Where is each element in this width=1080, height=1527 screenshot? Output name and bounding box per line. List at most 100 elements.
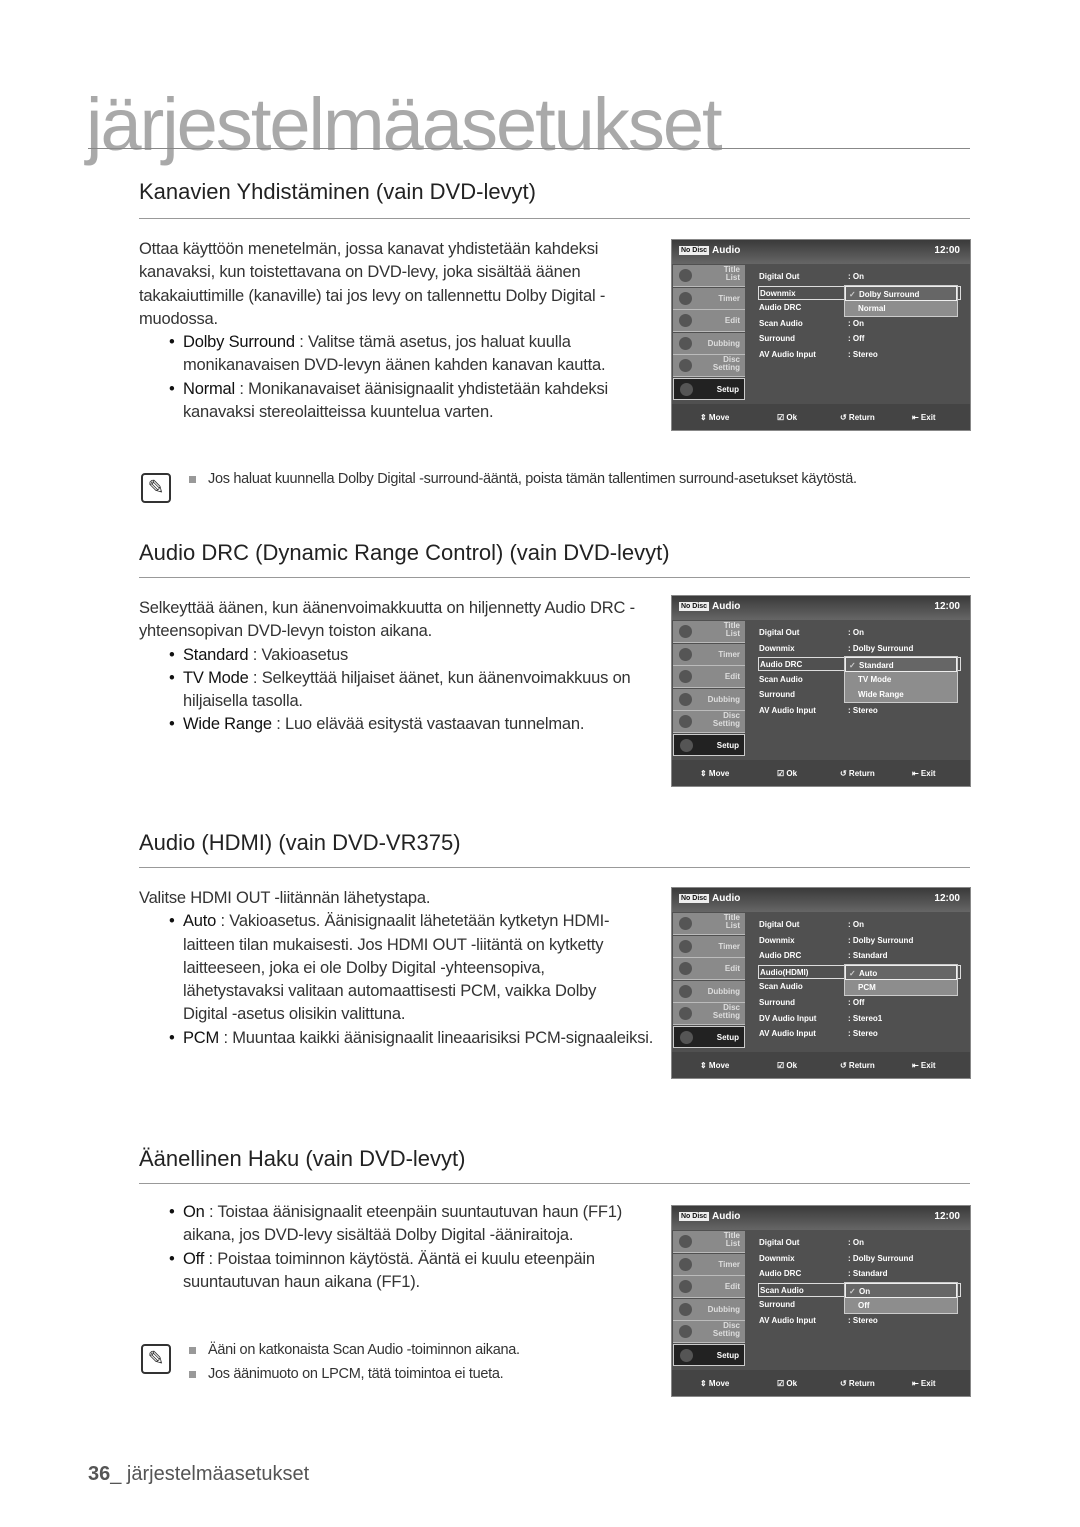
popup-option[interactable]: On [845,1282,957,1299]
sidebar-item[interactable]: Edit [673,958,745,980]
section-divider [139,218,970,219]
menu-row[interactable]: Downmix: Dolby Surround [758,642,962,656]
menu-row[interactable]: Scan Audio: On [758,317,962,331]
popup-option[interactable]: Normal [845,301,957,316]
sidebar-item[interactable]: Timer [673,287,745,310]
menu-value: : Stereo [848,350,878,359]
sidebar-item[interactable]: Disc Setting [673,711,745,733]
sidebar-item[interactable]: Setup [673,1025,745,1048]
popup-option[interactable]: TV Mode [845,672,957,687]
option-popup: StandardTV ModeWide Range [844,656,958,704]
move-hint: ⇕ Move [700,413,730,422]
bullet-text: Digital -asetus olisikin valittuna. [183,1005,406,1024]
section-body: On : Toistaa äänisignaalit eteenpäin suu… [139,1201,622,1294]
bullet-term: Off [183,1249,205,1268]
dubbing-icon [679,984,692,998]
menu-row[interactable]: Digital Out: On [758,270,962,284]
menu-row[interactable]: AV Audio Input: Stereo [758,704,962,718]
sidebar-item[interactable]: Dubbing [673,688,745,711]
menu-label: Surround [759,334,795,344]
menu-row[interactable]: Audio DRC: Standard [758,949,962,963]
sidebar-item[interactable]: Disc Setting [673,1321,745,1343]
popup-option[interactable]: PCM [845,980,957,995]
menu-label: AV Audio Input [759,1316,816,1325]
bullet-term: Wide Range [183,715,272,734]
bullet-term: Normal [183,379,235,398]
popup-option[interactable]: Dolby Surround [845,285,957,302]
menu-value: : Off [848,334,865,344]
sidebar-item[interactable]: Edit [673,310,745,332]
sidebar-item[interactable]: Timer [673,935,745,958]
menu-label: Digital Out [759,1238,800,1247]
film-icon [679,625,692,638]
gear-icon [680,738,693,752]
move-hint: ⇕ Move [700,1061,730,1070]
sidebar-item[interactable]: Edit [673,666,745,688]
exit-hint: ⇤ Exit [912,1379,936,1388]
clock-icon [679,939,692,953]
sidebar-item[interactable]: Timer [673,643,745,666]
sidebar-item[interactable]: Title List [673,913,745,935]
osd-title: Audio [712,893,741,904]
menu-row[interactable]: Audio DRC: Standard [758,1267,962,1281]
sidebar-item[interactable]: Setup [673,377,745,400]
menu-row[interactable]: Digital Out: On [758,1236,962,1250]
sidebar-item[interactable]: Title List [673,621,745,643]
chapter-title: järjestelmäasetukset [86,83,723,166]
sidebar-item[interactable]: Dubbing [673,332,745,355]
sidebar-item[interactable]: Dubbing [673,980,745,1003]
menu-row[interactable]: Digital Out: On [758,626,962,640]
bullet-item: Standard : Vakioasetus [139,644,635,668]
osd-sidebar: Title List Timer Edit Dubbing Disc Setting Setu… [673,1231,745,1366]
option-popup: AutoPCM [844,963,958,996]
osd-clock: 12:00 [934,601,960,612]
disc-icon [679,715,692,728]
popup-option[interactable]: Standard [845,657,957,673]
sidebar-item[interactable]: Setup [673,1343,745,1366]
sidebar-item[interactable]: Dubbing [673,1298,745,1321]
bullet-text: laitteeseen, joka ei ole Dolby Digital -… [183,958,545,977]
scissors-icon [679,1280,692,1293]
intro-line: yhteensopivan DVD-levyn toiston aikana. [139,622,433,641]
bullet-item: PCM : Muuntaa kaikki äänisignaalit linea… [139,1027,653,1051]
osd-footer: ⇕ Move ☑ Ok ↺ Return ⇤ Exit [672,760,970,786]
menu-label: Digital Out [759,272,800,281]
popup-option[interactable]: Auto [845,964,957,981]
sidebar-item[interactable]: Timer [673,1253,745,1276]
menu-row[interactable]: DV Audio Input: Stereo1 [758,1012,962,1026]
sidebar-item[interactable]: Disc Setting [673,355,745,377]
popup-option[interactable]: Wide Range [845,687,957,702]
menu-row[interactable]: AV Audio Input: Stereo [758,1027,962,1041]
menu-label: Surround [759,690,795,700]
menu-row[interactable]: Downmix: Dolby Surround [758,934,962,948]
bullet-item: Auto : Vakioasetus. Äänisignaalit lähete… [139,910,653,1026]
osd-sidebar: Title List Timer Edit Dubbing Disc Setting Setu… [673,913,745,1048]
page-footer: 36_ järjestelmäasetukset [88,1463,309,1486]
sidebar-item[interactable]: Edit [673,1276,745,1298]
sidebar-item[interactable]: Setup [673,733,745,756]
menu-label: Audio DRC [760,660,803,670]
return-hint: ↺ Return [840,1061,875,1070]
ok-hint: ☑ Ok [777,413,798,422]
bullet-text: lähetystavaksi valitaan automaattisesti … [183,982,597,1001]
popup-option[interactable]: Off [845,1298,957,1313]
section-title: Audio (HDMI) (vain DVD-VR375) [139,830,461,855]
sidebar-item[interactable]: Title List [673,1231,745,1253]
menu-row[interactable]: Surround: Off [758,996,962,1010]
menu-label: Downmix [759,1253,795,1263]
sidebar-item[interactable]: Disc Setting [673,1003,745,1025]
exit-hint: ⇤ Exit [912,413,936,422]
menu-row[interactable]: Downmix: Dolby Surround [758,1252,962,1266]
menu-row[interactable]: Surround : Off [758,332,962,346]
no-disc-badge: No Disc [679,246,710,255]
menu-row[interactable]: AV Audio Input: Stereo [758,348,962,362]
section-divider [139,1183,970,1184]
menu-row[interactable]: AV Audio Input: Stereo [758,1314,962,1328]
menu-label: Scan Audio [759,674,803,684]
clock-icon [679,647,692,661]
menu-row[interactable]: Digital Out: On [758,918,962,932]
sidebar-item[interactable]: Title List [673,265,745,287]
bullet-item: Wide Range : Luo elävää esitystä vastaav… [139,713,635,737]
scissors-icon [679,962,692,975]
bullet-item: On : Toistaa äänisignaalit eteenpäin suu… [139,1201,622,1248]
